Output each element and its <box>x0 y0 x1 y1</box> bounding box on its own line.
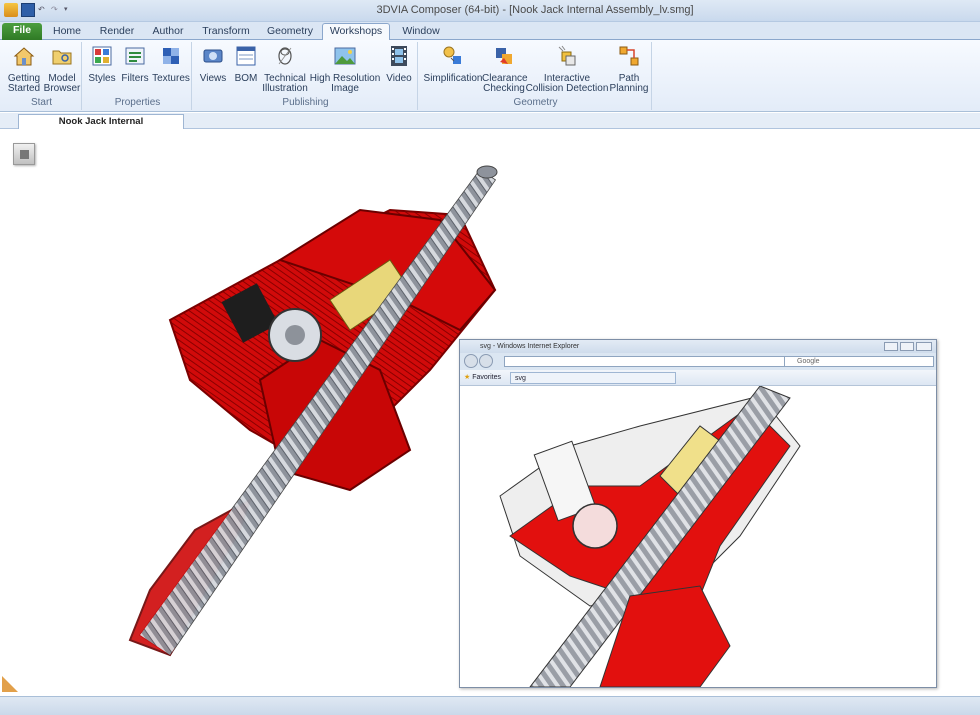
bom-button[interactable]: BOM <box>230 44 262 84</box>
browser-window[interactable]: svg - Windows Internet Explorer Google ★… <box>459 339 937 688</box>
browser-page-tab[interactable]: svg <box>510 372 676 384</box>
filters-button[interactable]: Filters <box>118 44 152 84</box>
filters-label: Filters <box>121 73 149 84</box>
clearance-checking-label-2: Checking <box>483 83 525 94</box>
title-bar: ↶ ↷ ▾ 3DVIA Composer (64-bit) - [Nook Ja… <box>0 0 980 22</box>
technical-illustration-icon <box>278 47 292 65</box>
filters-icon <box>125 47 145 65</box>
browser-close-icon[interactable] <box>916 342 932 351</box>
tab-workshops[interactable]: Workshops <box>322 23 390 41</box>
video-label: Video <box>386 73 412 84</box>
styles-button[interactable]: Styles <box>86 44 118 84</box>
tab-transform[interactable]: Transform <box>198 24 254 40</box>
document-tab[interactable]: Nook Jack Internal Assembly_lv.smg <box>18 114 184 140</box>
viewport-toggle-icon[interactable] <box>13 143 35 165</box>
status-bar <box>0 696 980 715</box>
views-button[interactable]: Views <box>196 44 230 84</box>
bom-label: BOM <box>234 73 258 84</box>
browser-content <box>460 386 936 687</box>
browser-title-bar: svg - Windows Internet Explorer <box>460 340 936 353</box>
high-resolution-image-icon <box>334 47 356 65</box>
browser-minimize-icon[interactable] <box>884 342 898 351</box>
tab-render[interactable]: Render <box>96 24 138 40</box>
collision-detection-label-2: Collision Detection <box>525 83 609 94</box>
star-icon: ★ <box>464 374 471 381</box>
textures-button[interactable]: Textures <box>152 44 190 84</box>
model-browser-label-2: Browser <box>43 83 81 94</box>
simplification-label: Simplification <box>423 73 483 84</box>
interactive-collision-detection-button[interactable]: Interactive Collision Detection <box>524 44 610 94</box>
group-label-publishing: Publishing <box>282 97 329 108</box>
document-tab-strip: Nook Jack Internal Assembly_lv.smg <box>0 113 980 140</box>
browser-title: svg - Windows Internet Explorer <box>480 343 580 350</box>
back-icon[interactable] <box>464 354 478 368</box>
path-planning-button[interactable]: Path Planning <box>608 44 650 94</box>
path-planning-icon <box>619 46 639 66</box>
tab-geometry[interactable]: Geometry <box>262 24 318 40</box>
favorites-button[interactable]: ★ Favorites <box>464 372 501 384</box>
high-resolution-image-button[interactable]: High Resolution Image <box>308 44 382 94</box>
favorites-label: Favorites <box>472 374 502 381</box>
styles-label: Styles <box>88 73 116 84</box>
technical-illustration-label-2: Illustration <box>262 83 308 94</box>
folder-search-icon <box>52 50 72 65</box>
video-button[interactable]: Video <box>382 44 416 84</box>
styles-icon <box>92 46 112 66</box>
model-browser-button[interactable]: Model Browser <box>42 44 82 94</box>
svg-illustration <box>499 386 801 687</box>
simplification-button[interactable]: Simplification <box>422 44 484 84</box>
ribbon: Getting Started Model Browser Start Styl… <box>0 40 980 112</box>
ribbon-group-properties: Styles Filters Textures Properties <box>84 42 192 110</box>
url-input[interactable] <box>504 356 814 367</box>
forward-icon[interactable] <box>479 354 493 368</box>
browser-address-bar: Google <box>460 353 936 370</box>
views-label: Views <box>199 73 227 84</box>
getting-started-button[interactable]: Getting Started <box>4 44 44 94</box>
high-resolution-image-label-2: Image <box>331 83 359 94</box>
group-label-geometry: Geometry <box>513 97 558 108</box>
ribbon-tab-row: File Home Render Author Transform Geomet… <box>0 22 980 41</box>
ribbon-group-geometry: Simplification Clearance Checking Intera… <box>420 42 652 110</box>
film-strip-icon <box>391 46 407 66</box>
tab-file[interactable]: File <box>2 23 42 40</box>
browser-page-tab-label: svg <box>515 375 526 382</box>
house-icon <box>13 47 35 66</box>
ribbon-group-publishing: Views BOM Technical Illustration High Re… <box>194 42 418 110</box>
ribbon-group-start: Getting Started Model Browser Start <box>2 42 82 110</box>
tab-window[interactable]: Window <box>398 24 444 40</box>
tab-author[interactable]: Author <box>148 24 188 40</box>
bom-icon <box>236 46 256 66</box>
textures-icon <box>163 48 179 64</box>
clearance-checking-icon <box>496 48 512 64</box>
browser-maximize-icon[interactable] <box>900 342 914 351</box>
views-icon <box>203 49 223 63</box>
group-label-start: Start <box>30 97 53 108</box>
collision-detection-icon <box>558 45 576 66</box>
group-label-properties: Properties <box>114 97 161 108</box>
browser-favorites-bar: ★ Favorites svg <box>460 370 936 386</box>
simplification-icon <box>443 46 461 64</box>
corner-marker-icon <box>2 676 18 692</box>
clearance-checking-button[interactable]: Clearance Checking <box>482 44 528 94</box>
window-title: 3DVIA Composer (64-bit) - [Nook Jack Int… <box>376 4 694 16</box>
search-input[interactable]: Google <box>784 356 934 367</box>
textures-label: Textures <box>152 73 190 84</box>
technical-illustration-button[interactable]: Technical Illustration <box>262 44 308 94</box>
path-planning-label-2: Planning <box>609 83 649 94</box>
getting-started-label-2: Started <box>7 83 41 94</box>
tab-home[interactable]: Home <box>48 24 86 40</box>
